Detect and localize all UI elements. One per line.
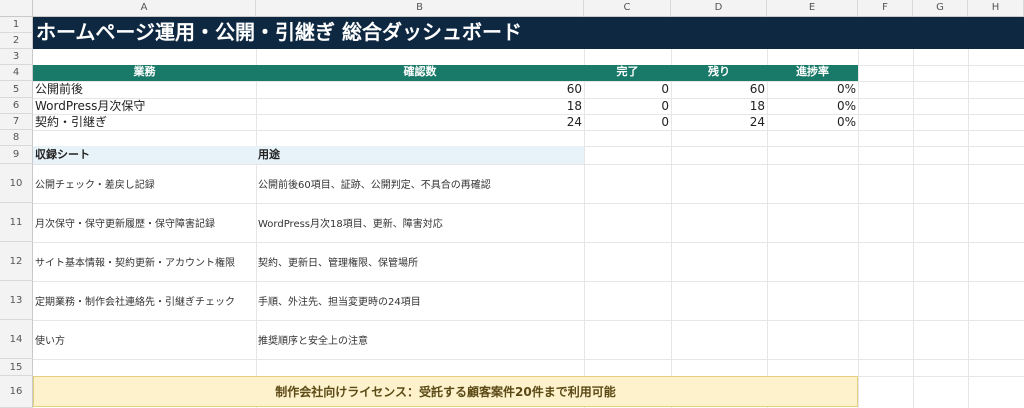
summary-task-cell[interactable]: 公開前後: [33, 81, 256, 98]
row-header[interactable]: 7: [0, 114, 33, 130]
row-header[interactable]: 1: [0, 17, 33, 33]
grid-line: [858, 17, 859, 408]
summary-count-cell[interactable]: 60: [256, 81, 584, 98]
summary-progress-cell[interactable]: 0%: [767, 81, 858, 98]
column-header-e[interactable]: E: [767, 0, 858, 17]
summary-progress-cell[interactable]: 0%: [767, 114, 858, 130]
sheet-use-cell[interactable]: 契約、更新日、管理権限、保管場所: [256, 242, 584, 281]
sheet-name-cell[interactable]: 月次保守・保守更新履歴・保守障害記録: [33, 203, 256, 242]
row-header[interactable]: 4: [0, 65, 33, 81]
summary-header-progress[interactable]: 進捗率: [767, 65, 858, 81]
dashboard-title[interactable]: ホームページ運用・公開・引継ぎ 総合ダッシュボード: [33, 17, 1024, 49]
summary-header-count[interactable]: 確認数: [256, 65, 584, 81]
column-header-c[interactable]: C: [584, 0, 671, 17]
license-banner[interactable]: 制作会社向けライセンス：受託する顧客案件20件まで利用可能: [33, 376, 858, 407]
sheet-name-cell[interactable]: サイト基本情報・契約更新・アカウント権限: [33, 242, 256, 281]
sheet-use-cell[interactable]: WordPress月次18項目、更新、障害対応: [256, 203, 584, 242]
summary-count-cell[interactable]: 24: [256, 114, 584, 130]
summary-task-cell[interactable]: WordPress月次保守: [33, 98, 256, 114]
sheets-header-name[interactable]: 収録シート: [33, 146, 256, 164]
grid-line: [33, 359, 1024, 360]
row-header[interactable]: 5: [0, 81, 33, 98]
select-all-corner[interactable]: [0, 0, 33, 17]
summary-done-cell[interactable]: 0: [584, 98, 671, 114]
row-header[interactable]: 11: [0, 203, 33, 242]
column-header-g[interactable]: G: [913, 0, 968, 17]
row-header[interactable]: 3: [0, 49, 33, 65]
sheet-name-cell[interactable]: 定期業務・制作会社連絡先・引継ぎチェック: [33, 281, 256, 320]
row-header[interactable]: 12: [0, 242, 33, 281]
summary-remaining-cell[interactable]: 60: [671, 81, 767, 98]
column-header-d[interactable]: D: [671, 0, 767, 17]
row-header[interactable]: 10: [0, 164, 33, 203]
grid-line: [33, 130, 1024, 131]
sheet-use-cell[interactable]: 推奨順序と安全上の注意: [256, 320, 584, 359]
summary-count-cell[interactable]: 18: [256, 98, 584, 114]
row-header[interactable]: 13: [0, 281, 33, 320]
summary-header-remaining[interactable]: 残り: [671, 65, 767, 81]
row-header[interactable]: 9: [0, 146, 33, 164]
row-header[interactable]: 2: [0, 33, 33, 49]
row-header[interactable]: 14: [0, 320, 33, 359]
grid-line: [968, 17, 969, 408]
summary-done-cell[interactable]: 0: [584, 114, 671, 130]
sheet-use-cell[interactable]: 公開前後60項目、証跡、公開判定、不具合の再確認: [256, 164, 584, 203]
row-header[interactable]: 8: [0, 130, 33, 146]
row-header[interactable]: 6: [0, 98, 33, 114]
sheets-header-use[interactable]: 用途: [256, 146, 584, 164]
summary-remaining-cell[interactable]: 24: [671, 114, 767, 130]
row-header[interactable]: 16: [0, 376, 33, 408]
spreadsheet: A B C D E F G H 1 2 3 4 5 6 7 8 9 10 11 …: [0, 0, 1024, 408]
summary-progress-cell[interactable]: 0%: [767, 98, 858, 114]
sheet-name-cell[interactable]: 使い方: [33, 320, 256, 359]
summary-task-cell[interactable]: 契約・引継ぎ: [33, 114, 256, 130]
summary-header-done[interactable]: 完了: [584, 65, 671, 81]
column-header-b[interactable]: B: [256, 0, 584, 17]
summary-remaining-cell[interactable]: 18: [671, 98, 767, 114]
summary-done-cell[interactable]: 0: [584, 81, 671, 98]
sheet-use-cell[interactable]: 手順、外注先、担当変更時の24項目: [256, 281, 584, 320]
sheet-name-cell[interactable]: 公開チェック・差戻し記録: [33, 164, 256, 203]
column-header-h[interactable]: H: [968, 0, 1024, 17]
grid-line: [913, 17, 914, 408]
row-header[interactable]: 15: [0, 359, 33, 376]
column-header-a[interactable]: A: [33, 0, 256, 17]
column-header-f[interactable]: F: [858, 0, 913, 17]
summary-header-task[interactable]: 業務: [33, 65, 256, 81]
